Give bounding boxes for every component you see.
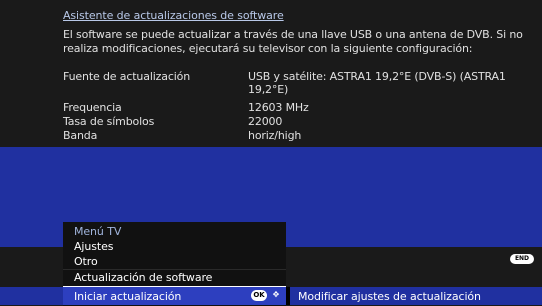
setting-value-frequency: 12603 MHz: [248, 101, 309, 114]
menu-title: Menú TV: [74, 225, 122, 238]
setting-label-frequency: Frequencia: [63, 101, 122, 114]
menu-item-ajustes[interactable]: Ajustes: [74, 240, 114, 253]
setting-value-source: USB y satélite: ASTRA1 19,2°E (DVB-S) (A…: [248, 70, 506, 96]
action-bar-divider: [286, 287, 290, 305]
setting-value-band: horiz/high: [248, 129, 302, 142]
setting-label-source: Fuente de actualización: [63, 70, 191, 83]
ok-button-icon: OK: [251, 290, 267, 301]
modify-settings-button[interactable]: Modificar ajustes de actualización: [298, 290, 481, 303]
setting-label-band: Banda: [63, 129, 98, 142]
menu-item-software-update[interactable]: Actualización de software: [74, 271, 212, 284]
setting-label-symbol-rate: Tasa de símbolos: [63, 115, 155, 128]
page-title: Asistente de actualizaciones de software: [63, 9, 284, 22]
end-button-icon[interactable]: END: [510, 254, 534, 264]
start-update-label[interactable]: Iniciar actualización: [74, 290, 181, 303]
menu-item-otro[interactable]: Otro: [74, 255, 98, 268]
setting-value-symbol-rate: 22000: [248, 115, 283, 128]
navigation-arrows-icon: ✥: [272, 290, 280, 299]
description-text: El software se puede actualizar a través…: [63, 28, 523, 55]
